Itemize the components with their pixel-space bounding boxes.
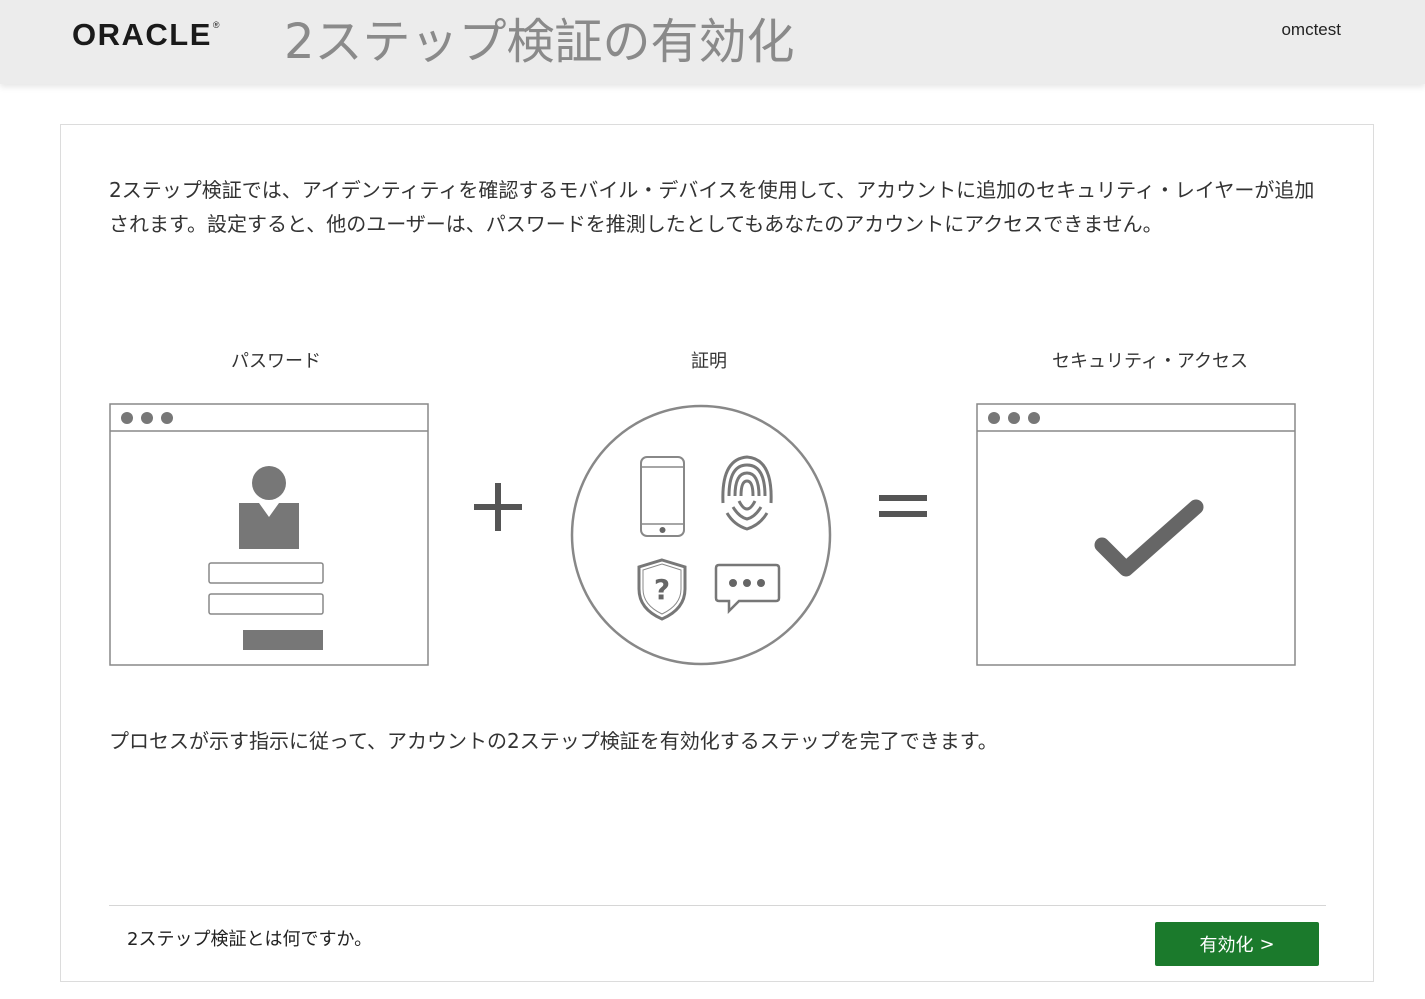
- password-label: パスワード: [231, 351, 321, 372]
- password-login-illustration: [109, 403, 429, 666]
- footer-divider: [109, 905, 1326, 906]
- what-is-2-step-link[interactable]: 2ステップ検証とは何ですか。: [127, 925, 372, 951]
- main-card: 2ステップ検証では、アイデンティティを確認するモバイル・デバイスを使用して、アカ…: [60, 124, 1374, 982]
- instructions-text: プロセスが示す指示に従って、アカウントの2ステップ検証を有効化するステップを完了…: [109, 729, 998, 753]
- user-menu[interactable]: omctest: [1281, 20, 1341, 40]
- plus-icon: [474, 483, 522, 531]
- equals-icon: [879, 495, 927, 517]
- proof-label: 証明: [691, 351, 727, 372]
- page-title: 2ステップ検証の有効化: [284, 14, 795, 70]
- enable-button[interactable]: 有効化 >: [1155, 922, 1319, 966]
- enable-button-label: 有効化: [1199, 935, 1254, 956]
- security-access-label: セキュリティ・アクセス: [1051, 351, 1249, 372]
- security-access-illustration: [976, 403, 1296, 666]
- app-header: ORACLE® 2ステップ検証の有効化 omctest: [0, 0, 1425, 84]
- oracle-logo: ORACLE®: [72, 17, 222, 52]
- chevron-right-icon: >: [1259, 933, 1275, 955]
- verification-methods-illustration: ?: [570, 404, 832, 666]
- security-question-shield-icon: ?: [637, 558, 687, 621]
- phone-icon: [640, 456, 685, 537]
- svg-text:?: ?: [654, 573, 670, 606]
- intro-text: 2ステップ検証では、アイデンティティを確認するモバイル・デバイスを使用して、アカ…: [109, 178, 1315, 236]
